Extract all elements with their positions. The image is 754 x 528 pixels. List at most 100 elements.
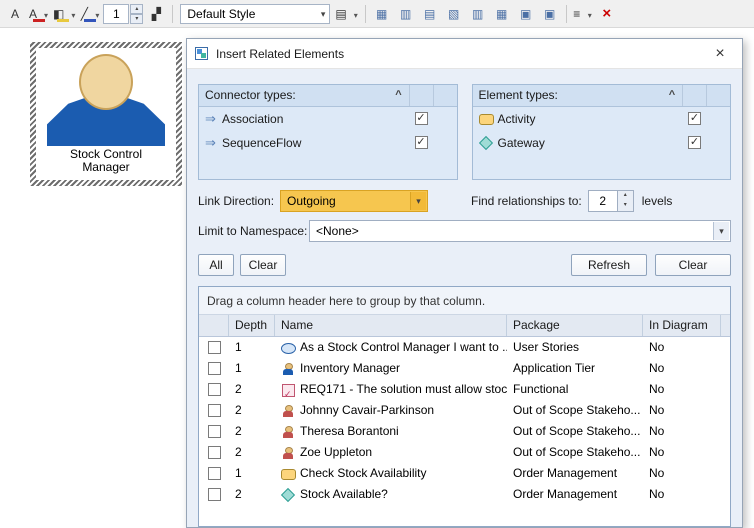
format-painter-button[interactable]: ▞ <box>145 3 167 25</box>
align-left-button[interactable]: ▦ <box>371 3 393 25</box>
spin-down-icon[interactable] <box>130 14 143 24</box>
line-width-value[interactable]: 1 <box>103 4 129 24</box>
in-diagram-cell: No <box>643 421 721 442</box>
in-diagram-cell: No <box>643 379 721 400</box>
table-row[interactable]: 2 Theresa Borantoni Out of Scope Stakeho… <box>199 421 730 442</box>
connector-types-title: Connector types: <box>205 85 389 106</box>
row-checkbox[interactable] <box>208 467 221 480</box>
copy-appearance-button[interactable]: ▣ <box>515 3 537 25</box>
actor-head <box>79 54 133 110</box>
element-types-panel: Element types: ^ Activity Gateway <box>472 84 732 180</box>
results-grid: Drag a column header here to group by th… <box>198 286 731 527</box>
namespace-combo[interactable]: <None> <box>309 220 731 242</box>
name-cell: Johnny Cavair-Parkinson <box>275 400 507 421</box>
align-right-button[interactable]: ▥ <box>395 3 417 25</box>
gateway-icon <box>479 137 494 149</box>
name-column-header[interactable]: Name <box>275 315 507 336</box>
namespace-label: Limit to Namespace: <box>198 224 309 238</box>
spinner-arrows <box>130 4 143 24</box>
element-name: Johnny Cavair-Parkinson <box>300 400 434 421</box>
table-row[interactable]: 2 Johnny Cavair-Parkinson Out of Scope S… <box>199 400 730 421</box>
collapse-chevron-icon[interactable]: ^ <box>389 85 409 106</box>
link-direction-value: Outgoing <box>287 194 336 208</box>
element-type-row-gateway[interactable]: Gateway <box>473 131 731 155</box>
table-row[interactable]: 2 Zoe Uppleton Out of Scope Stakeho... N… <box>199 442 730 463</box>
font-color-button[interactable]: A <box>28 3 50 25</box>
levels-spinner[interactable]: 2 <box>588 190 634 212</box>
apply-style-button[interactable]: ▤ <box>334 3 359 25</box>
row-checkbox[interactable] <box>208 362 221 375</box>
spin-down-icon[interactable] <box>618 201 633 211</box>
package-cell: User Stories <box>507 337 643 358</box>
clear-results-button[interactable]: Clear <box>655 254 731 276</box>
font-dialog-button[interactable]: A <box>4 3 26 25</box>
package-column-header[interactable]: Package <box>507 315 643 336</box>
depth-column-header[interactable]: Depth <box>229 315 275 336</box>
align-bottom-button[interactable]: ▧ <box>443 3 465 25</box>
close-button[interactable]: × <box>706 42 734 66</box>
clear-selection-button[interactable]: Clear <box>240 254 286 276</box>
row-checkbox[interactable] <box>208 341 221 354</box>
element-type-label: Gateway <box>498 136 545 150</box>
align-top-icon: ▤ <box>424 7 435 21</box>
connector-type-label: Association <box>222 112 283 126</box>
same-width-button[interactable]: ▥ <box>467 3 489 25</box>
row-checkbox[interactable] <box>208 404 221 417</box>
in-diagram-cell: No <box>643 358 721 379</box>
dropdown-arrow-icon[interactable] <box>713 222 729 240</box>
element-name: Stock Available? <box>300 484 388 505</box>
insert-related-button[interactable]: ≡ <box>572 3 594 25</box>
table-row[interactable]: 2 Stock Available? Order Management No <box>199 484 730 505</box>
paste-appearance-icon: ▣ <box>544 7 555 21</box>
link-direction-combo[interactable]: Outgoing <box>280 190 428 212</box>
toolbar-separator <box>365 5 366 23</box>
align-top-button[interactable]: ▤ <box>419 3 441 25</box>
in-diagram-cell: No <box>643 400 721 421</box>
delete-button[interactable]: × <box>596 3 618 25</box>
related-elements-icon: ≡ <box>573 7 580 21</box>
style-combo[interactable]: Default Style <box>180 4 330 24</box>
row-checkbox[interactable] <box>208 425 221 438</box>
activity-checkbox[interactable] <box>688 112 701 125</box>
connector-type-row-sequenceflow[interactable]: ⇒ SequenceFlow <box>199 131 457 155</box>
in-diagram-cell: No <box>643 442 721 463</box>
collapse-chevron-icon[interactable]: ^ <box>662 85 682 106</box>
row-checkbox[interactable] <box>208 383 221 396</box>
element-name: Check Stock Availability <box>300 463 427 484</box>
extra-column-header <box>433 85 457 106</box>
activity-icon <box>479 113 494 125</box>
connector-type-row-association[interactable]: ⇒ Association <box>199 107 457 131</box>
sequenceflow-checkbox[interactable] <box>415 136 428 149</box>
namespace-row: Limit to Namespace: <None> <box>198 220 731 242</box>
fill-color-button[interactable]: ◧ <box>52 3 77 25</box>
table-row[interactable]: 1 As a Stock Control Manager I want to .… <box>199 337 730 358</box>
spin-up-icon[interactable] <box>130 4 143 14</box>
actor-shape: Stock Control Manager <box>36 48 176 180</box>
line-color-button[interactable]: ╱ <box>79 3 101 25</box>
levels-label: levels <box>642 194 673 208</box>
all-button[interactable]: All <box>198 254 234 276</box>
actor-element[interactable]: Stock Control Manager <box>30 42 182 186</box>
select-column-header[interactable] <box>199 315 229 336</box>
table-row[interactable]: 2 REQ171 - The solution must allow stoc.… <box>199 379 730 400</box>
in-diagram-column-header[interactable]: In Diagram <box>643 315 721 336</box>
paste-appearance-button[interactable]: ▣ <box>539 3 561 25</box>
element-type-row-activity[interactable]: Activity <box>473 107 731 131</box>
dropdown-arrow-icon[interactable] <box>410 192 426 210</box>
group-by-bar[interactable]: Drag a column header here to group by th… <box>199 287 730 315</box>
actor-icon <box>281 363 296 375</box>
same-height-button[interactable]: ▦ <box>491 3 513 25</box>
levels-value[interactable]: 2 <box>588 190 618 212</box>
element-types-header: Element types: ^ <box>473 85 731 107</box>
line-width-spinner[interactable]: 1 <box>103 4 143 24</box>
spin-up-icon[interactable] <box>618 191 633 201</box>
table-row[interactable]: 1 Check Stock Availability Order Managem… <box>199 463 730 484</box>
table-row[interactable]: 1 Inventory Manager Application Tier No <box>199 358 730 379</box>
gateway-checkbox[interactable] <box>688 136 701 149</box>
requirement-icon <box>281 384 296 396</box>
association-checkbox[interactable] <box>415 112 428 125</box>
row-checkbox[interactable] <box>208 488 221 501</box>
refresh-button[interactable]: Refresh <box>571 254 647 276</box>
dialog-body: Connector types: ^ ⇒ Association ⇒ Seque… <box>187 70 742 527</box>
row-checkbox[interactable] <box>208 446 221 459</box>
